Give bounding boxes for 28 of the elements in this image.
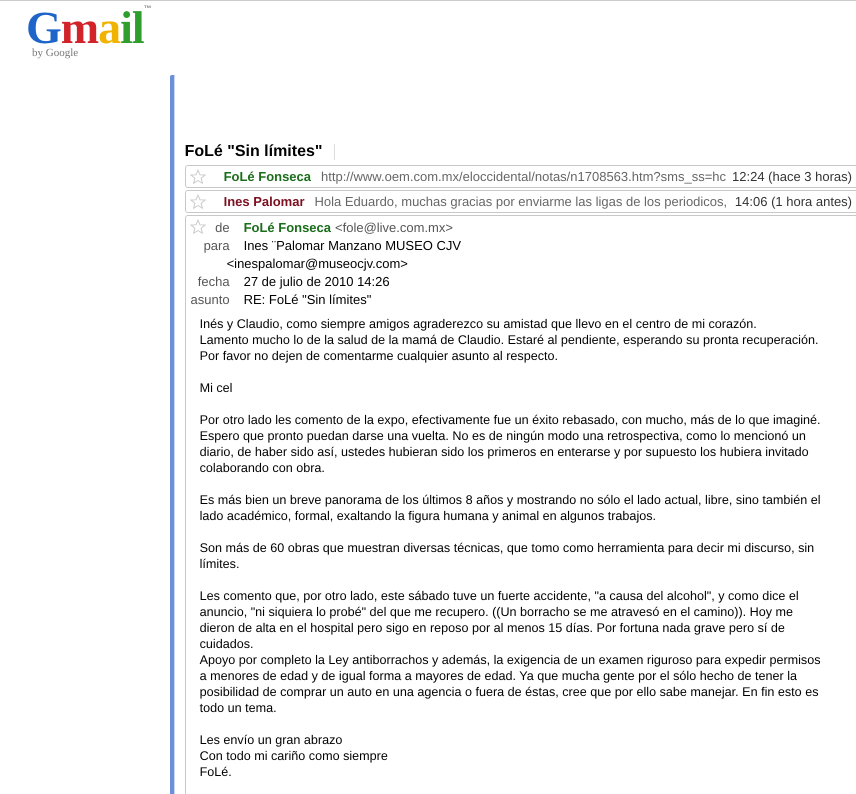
message-subject: RE: FoLé "Sin límites" [244,292,372,306]
collapsed-message[interactable]: FoLé Fonseca http://www.oem.com.mx/eloccidental/notas/n1708563.htm?sms_ss=hc 12:24 (hace 3 horas) [184,165,856,188]
sender-name: Ines Palomar [224,194,305,209]
gmail-logo: Gmail$^{™}$ by Google [26,5,151,59]
field-label: asunto [190,292,230,306]
field-label: de [214,220,230,234]
body-paragraph: Les envío un gran abrazo Con todo mi cariño como siempre FoLé. [200,732,389,780]
body-paragraph: Les comento que, por otro lado, este sábado tuve un fuerte accidente, "a causa del alcohol", y como dice el anuncio, "ni siquiera lo probé" del que me recupero. ((Un borracho se me atravesó en el camino)). Hoy me dieron de alta en el hospital pero sigo en reposo por al menos 15 días. Por fortuna nada grave pero sí de cuidados. Apoyo por completo la Ley antiborrachos y además, la exigencia de un examen riguroso para expedir permisos a menores de edad y de igual forma a mayores de edad. Ya que mucha gente por el sólo hecho de tener la posibilidad de comprar un auto en una agencia o fuera de éstas, cree que por ello sabe manejar. En fin esto es todo un tema. [200,588,822,716]
star-icon[interactable] [190,194,206,210]
message-snippet: Hola Eduardo, muchas gracias por enviarme las ligas de los periodicos, [314,194,728,209]
body-paragraph: Por otro lado les comento de la expo, efectivamente fue un éxito rebasado, con mucho, más de lo que imaginé. Espero que pronto puedan darse una vuelta. No es de ningún modo una retrospectiva, como lo mencionó un diario, de haber sido así, ustedes hubieran sido los primeros en enterarse y por supuesto los hubiera invitado colaborando con obra. [200,412,822,476]
star-icon[interactable] [190,168,206,184]
body-paragraph: Inés y Claudio, como siempre amigos agraderezco su amistad que llevo en el centro de mi corazón. Lamento mucho lo de la salud de la mamá de Claudio. Estaré al pendiente, esperando su pronta recuperación. Por favor no dejen de comentarme cualquier asunto al respecto. [200,316,820,364]
recipient-email: <inespalomar@museocjv.com> [226,256,408,270]
body-paragraph: Son más de 60 obras que muestran diversas técnicas, que tomo como herramienta para decir mi discurso, sin límites. [200,540,816,572]
thread-subject: FoLé "Sin límites" [184,143,322,161]
body-paragraph: Es más bien un breve panorama de los últimos 8 años y mostrando no sólo el lado actual, libre, sino también el lado académico, formal, exaltando la figura humana y animal en algunos trabajos. [200,492,822,524]
field-label: fecha [196,274,230,288]
body-paragraph: Mi cel [200,380,234,396]
recipient-name: Ines ¨Palomar Manzano MUSEO CJV [244,238,462,252]
collapsed-message[interactable]: Ines Palomar Hola Eduardo, muchas gracias por enviarme las ligas de los periodicos, 14:06 (1 hora antes) [184,190,856,213]
sender-email: <fole@live.com.mx> [335,220,453,234]
sender-name: FoLé Fonseca [224,169,312,184]
message-date: 27 de julio de 2010 14:26 [244,274,390,288]
sender-name: FoLé Fonseca [244,220,332,234]
field-label: para [202,238,230,252]
message-snippet: http://www.oem.com.mx/eloccidental/notas/n1708563.htm?sms_ss=hc [321,169,726,184]
star-icon[interactable] [190,219,206,235]
